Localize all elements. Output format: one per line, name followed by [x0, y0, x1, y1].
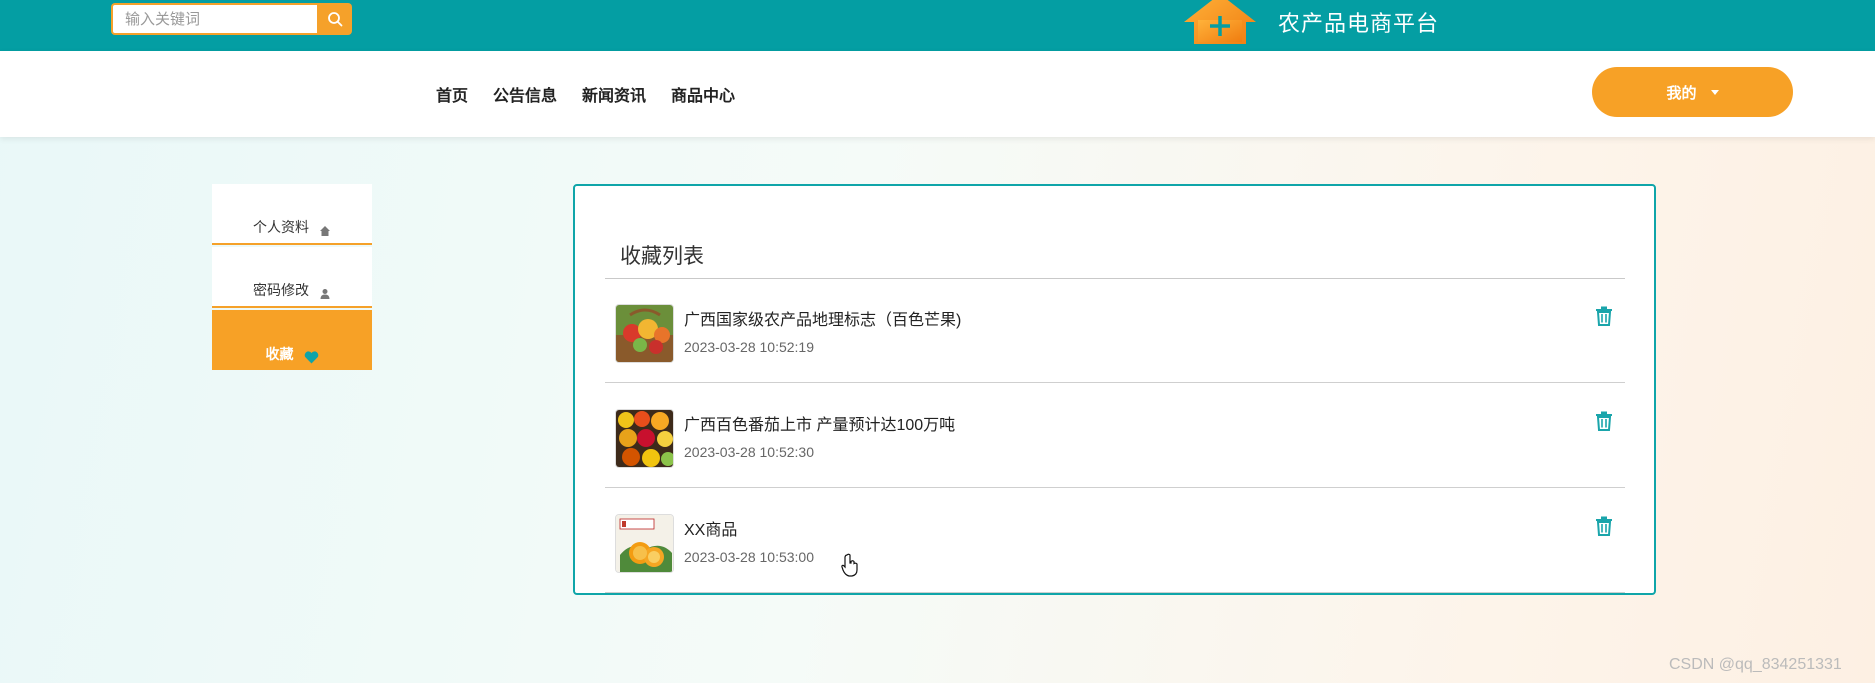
house-plus-logo-icon: [1184, 0, 1256, 44]
nav-news[interactable]: 新闻资讯: [582, 82, 646, 106]
nav-home[interactable]: 首页: [436, 82, 468, 106]
fruit-market-image[interactable]: [615, 409, 674, 468]
sidebar-item-password[interactable]: 密码修改: [212, 247, 372, 308]
item-time: 2023-03-28 10:53:00: [684, 549, 814, 565]
sidebar-item-profile[interactable]: 个人资料: [212, 184, 372, 245]
user-menu-button[interactable]: 我的: [1592, 67, 1793, 117]
sidebar: 个人资料 密码修改 收藏: [212, 184, 372, 372]
top-bar: 农产品电商平台: [0, 0, 1875, 51]
sidebar-item-label: 收藏: [265, 346, 294, 362]
item-time: 2023-03-28 10:52:19: [684, 339, 814, 355]
home-icon: [319, 225, 331, 237]
watermark: CSDN @qq_834251331: [1669, 656, 1842, 673]
item-name[interactable]: 广西国家级农产品地理标志（百色芒果): [684, 306, 961, 330]
brand: 农产品电商平台: [1180, 0, 1439, 44]
trash-icon[interactable]: [1595, 306, 1613, 326]
nav-bar: 首页 公告信息 新闻资讯 商品中心 我的: [0, 51, 1875, 137]
nav-products[interactable]: 商品中心: [671, 82, 735, 106]
list-item[interactable]: 广西百色番茄上市 产量预计达100万吨 2023-03-28 10:52:30: [605, 404, 1625, 488]
hand-pointer-cursor-icon: [841, 553, 858, 577]
nav-announcements[interactable]: 公告信息: [493, 82, 557, 106]
user-menu-label: 我的: [1666, 84, 1697, 102]
sidebar-item-label: 密码修改: [253, 282, 309, 298]
list-item[interactable]: XX商品 2023-03-28 10:53:00: [605, 509, 1625, 593]
search-icon: [327, 12, 342, 27]
trash-icon[interactable]: [1595, 516, 1613, 536]
item-time: 2023-03-28 10:52:30: [684, 444, 814, 460]
search-button[interactable]: [317, 3, 352, 35]
search-box: [111, 3, 352, 35]
list-item[interactable]: 广西国家级农产品地理标志（百色芒果) 2023-03-28 10:52:19: [605, 299, 1625, 383]
item-name[interactable]: 广西百色番茄上市 产量预计达100万吨: [684, 411, 955, 435]
search-input[interactable]: [111, 3, 317, 35]
user-icon: [319, 288, 331, 300]
heart-icon: [304, 351, 319, 364]
caret-down-icon: [1710, 89, 1719, 95]
item-name[interactable]: XX商品: [684, 516, 737, 540]
favorites-panel: 收藏列表 广西国家级农产品地理标志（百色芒果) 2023-03-28 10:52…: [573, 184, 1656, 595]
main-nav: 首页 公告信息 新闻资讯 商品中心: [436, 51, 760, 137]
sidebar-item-label: 个人资料: [253, 219, 309, 235]
fruit-basket-image[interactable]: [615, 304, 674, 363]
panel-title: 收藏列表: [620, 245, 704, 268]
site-title: 农产品电商平台: [1278, 11, 1440, 36]
favorites-list: 广西国家级农产品地理标志（百色芒果) 2023-03-28 10:52:19 广…: [605, 299, 1625, 593]
orange-product-image[interactable]: [615, 514, 674, 573]
trash-icon[interactable]: [1595, 411, 1613, 431]
sidebar-item-favorites[interactable]: 收藏: [212, 310, 372, 370]
divider: [605, 278, 1625, 279]
